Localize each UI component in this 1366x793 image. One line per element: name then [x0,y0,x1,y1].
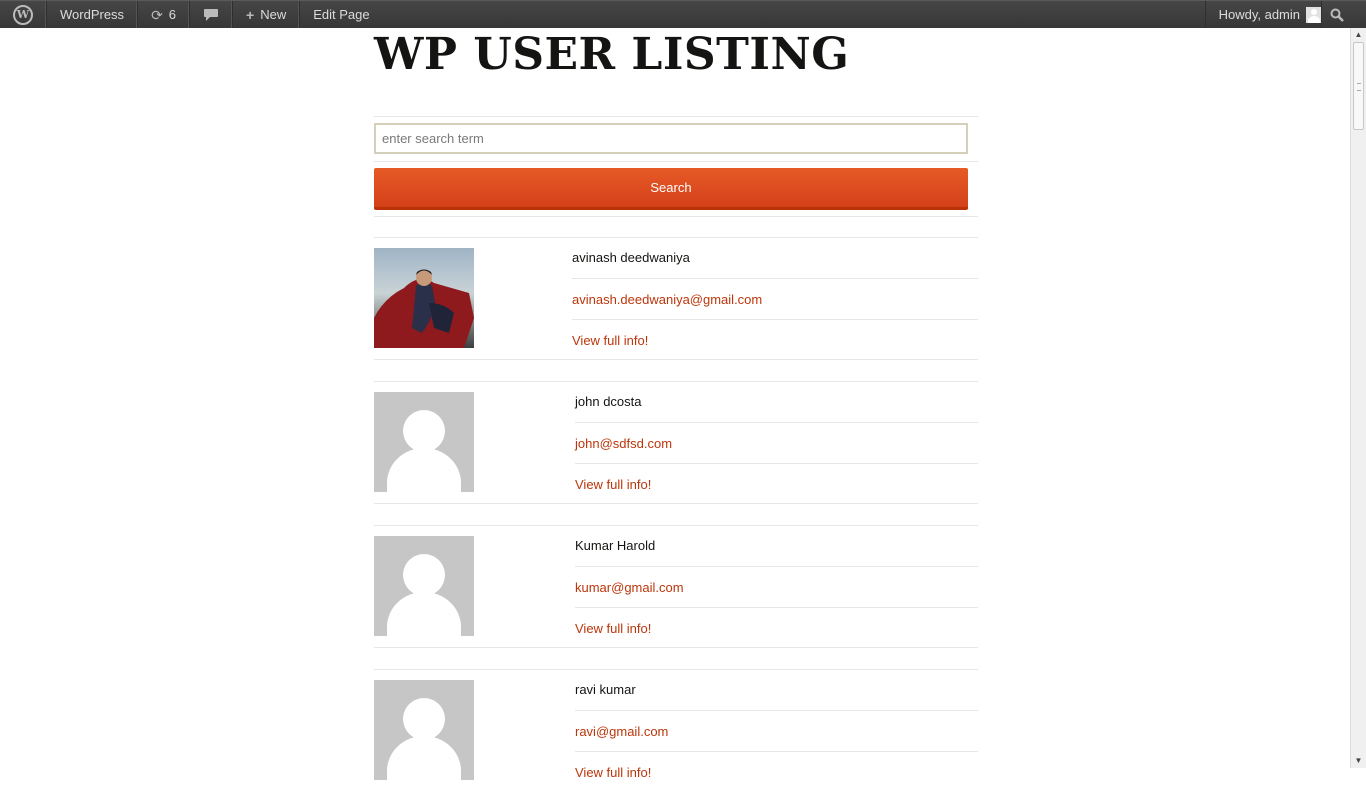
site-name-link[interactable]: WordPress [47,1,139,28]
default-avatar-icon [374,392,474,492]
user-card: avinash deedwaniya avinash.deedwaniya@gm… [374,237,978,361]
superhero-photo-icon [374,269,474,348]
user-card: ravi kumar ravi@gmail.com View full info… [374,669,978,793]
user-email-link[interactable]: ravi@gmail.com [575,724,668,739]
default-avatar-icon [374,536,474,636]
view-full-info-link[interactable]: View full info! [575,765,651,780]
wordpress-logo-icon: W [13,4,33,25]
refresh-icon: ⟳ [151,6,163,23]
edit-page-link[interactable]: Edit Page [300,1,382,28]
new-label: New [260,7,287,22]
divider [374,161,978,162]
view-full-info-link[interactable]: View full info! [575,621,651,636]
user-info: Kumar Harold kumar@gmail.com View full i… [575,525,978,647]
user-avatar-photo [374,248,474,348]
page-title: WP USER LISTING [374,29,850,80]
user-card: Kumar Harold kumar@gmail.com View full i… [374,525,978,649]
greeting-label: Howdy, admin [1218,7,1300,22]
updates-count: 6 [168,7,177,22]
comment-bubble-icon [204,8,219,21]
plus-icon: + [246,6,255,23]
page-scrollbar[interactable]: ▲ ▼ [1350,28,1366,768]
user-name: Kumar Harold [575,538,656,553]
user-name: ravi kumar [575,682,636,697]
user-email-link[interactable]: avinash.deedwaniya@gmail.com [572,292,762,307]
scrollbar-thumb[interactable] [1353,42,1364,130]
updates-link[interactable]: ⟳ 6 [138,1,191,28]
search-button[interactable]: Search [374,168,968,210]
user-email-link[interactable]: kumar@gmail.com [575,580,684,595]
search-input[interactable] [374,123,968,154]
edit-page-label: Edit Page [313,7,370,22]
divider [374,216,978,217]
divider [374,116,978,117]
user-name: john dcosta [575,394,642,409]
user-avatar-icon [1306,6,1322,23]
scroll-down-arrow-icon[interactable]: ▼ [1351,754,1366,768]
search-icon [1330,8,1344,22]
user-info: ravi kumar ravi@gmail.com View full info… [575,669,978,791]
new-content-menu[interactable]: + New [233,1,301,28]
default-avatar-icon [374,680,474,780]
admin-bar: W WordPress ⟳ 6 + New Edit Page Howdy, a… [0,0,1366,28]
user-info: john dcosta john@sdfsd.com View full inf… [575,381,978,503]
scroll-up-arrow-icon[interactable]: ▲ [1351,28,1366,42]
user-name: avinash deedwaniya [572,250,690,265]
comments-link[interactable] [190,1,234,28]
view-full-info-link[interactable]: View full info! [572,333,648,348]
wp-logo-menu[interactable]: W [0,1,47,28]
site-name-label: WordPress [60,7,125,22]
user-card: john dcosta john@sdfsd.com View full inf… [374,381,978,505]
view-full-info-link[interactable]: View full info! [575,477,651,492]
search-toggle[interactable] [1321,1,1351,28]
user-info: avinash deedwaniya avinash.deedwaniya@gm… [572,237,978,359]
user-email-link[interactable]: john@sdfsd.com [575,436,672,451]
